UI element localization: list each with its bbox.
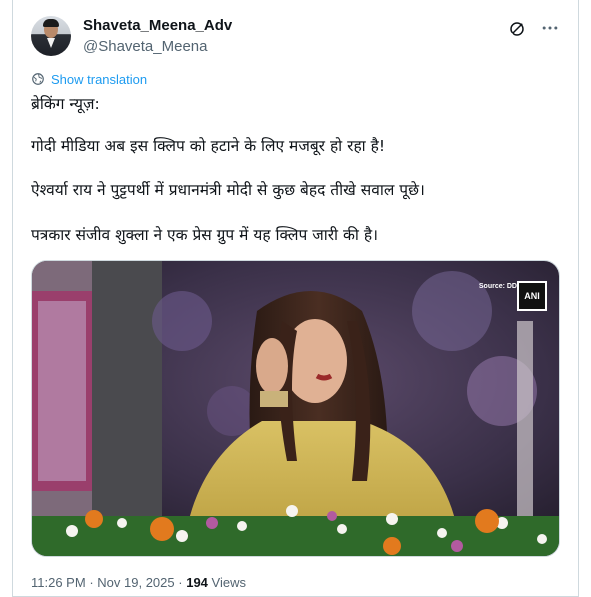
tweet-media-image[interactable]: Source: DD ANI bbox=[31, 260, 560, 557]
show-translation-label: Show translation bbox=[51, 71, 148, 87]
meta-separator: · bbox=[178, 575, 183, 590]
ani-logo: ANI bbox=[517, 281, 547, 311]
tweet-card: Shaveta_Meena_Adv @Shaveta_Meena Show tr… bbox=[12, 0, 579, 597]
author-handle[interactable]: @Shaveta_Meena bbox=[83, 38, 207, 55]
tweet-header: Shaveta_Meena_Adv @Shaveta_Meena bbox=[31, 14, 560, 58]
tweet-line-1: ब्रेकिंग न्यूज़: bbox=[31, 95, 100, 113]
author-name[interactable]: Shaveta_Meena_Adv bbox=[83, 17, 232, 34]
more-icon[interactable] bbox=[540, 18, 560, 38]
tweet-date[interactable]: Nov 19, 2025 bbox=[97, 575, 174, 590]
tweet-line-2: गोदी मीडिया अब इस क्लिप को हटाने के लिए … bbox=[31, 137, 386, 155]
meta-separator: · bbox=[89, 575, 94, 590]
show-translation-link[interactable]: Show translation bbox=[31, 70, 147, 88]
tweet-meta: 11:26 PM · Nov 19, 2025 · 194 Views bbox=[31, 575, 246, 590]
media-source-label: Source: DD bbox=[478, 283, 517, 290]
globe-icon bbox=[32, 73, 44, 85]
tweet-time[interactable]: 11:26 PM bbox=[31, 575, 86, 590]
avatar[interactable] bbox=[31, 16, 71, 56]
media-photo bbox=[32, 261, 559, 556]
views-count[interactable]: 194 bbox=[186, 575, 208, 590]
tweet-line-4: पत्रकार संजीव शुक्ला ने एक प्रेस ग्रुप म… bbox=[31, 226, 378, 244]
views-label: Views bbox=[211, 575, 246, 590]
tweet-line-3: ऐश्वर्या राय ने पुट्टपर्थी में प्रधानमंत… bbox=[31, 181, 425, 199]
grok-icon[interactable] bbox=[508, 20, 526, 38]
